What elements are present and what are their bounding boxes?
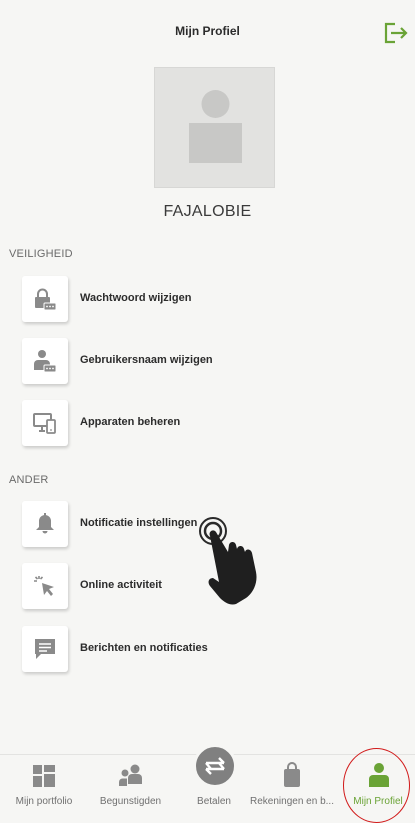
nav-accounts[interactable]: Rekeningen en b... — [243, 755, 341, 823]
lock-password-icon — [35, 288, 57, 311]
tap-gesture-overlay — [196, 514, 274, 606]
cursor-click-icon — [34, 576, 54, 596]
section-label-other: ANDER — [9, 474, 49, 486]
menu-item-change-password[interactable]: Wachtwoord wijzigen — [22, 276, 402, 322]
portfolio-icon — [33, 765, 55, 787]
section-label-security: VEILIGHEID — [9, 248, 73, 260]
menu-item-messages[interactable]: Berichten en notificaties — [22, 626, 402, 672]
transfer-icon — [205, 757, 225, 775]
user-avatar-placeholder-icon — [189, 90, 242, 163]
username: FAJALOBIE — [163, 203, 252, 220]
menu-item-manage-devices[interactable]: Apparaten beheren — [22, 400, 402, 446]
menu-item-change-username[interactable]: Gebruikersnaam wijzigen — [22, 338, 402, 384]
avatar[interactable] — [154, 67, 275, 188]
menu-item-label: Apparaten beheren — [80, 416, 181, 428]
menu-item-label: Online activiteit — [80, 579, 162, 591]
logout-icon — [384, 22, 408, 44]
menu-item-label: Notificatie instellingen — [80, 517, 198, 529]
nav-label: Betalen — [197, 796, 231, 807]
bell-icon — [36, 513, 54, 534]
bag-icon — [284, 762, 300, 787]
nav-label: Begunstigden — [99, 796, 162, 807]
menu-item-label: Wachtwoord wijzigen — [80, 292, 192, 304]
devices-icon — [33, 413, 56, 434]
page-title: Mijn Profiel — [175, 24, 240, 38]
hand-pointer-icon — [199, 517, 257, 605]
nav-my-portfolio[interactable]: Mijn portfolio — [0, 755, 88, 823]
pay-button-circle — [193, 744, 237, 788]
header: Mijn Profiel — [0, 0, 415, 60]
nav-label: Mijn portfolio — [15, 796, 73, 807]
menu-item-label: Berichten en notificaties — [80, 642, 208, 654]
nav-beneficiaries[interactable]: Begunstigden — [84, 755, 177, 823]
nav-label: Rekeningen en b... — [250, 796, 334, 807]
message-icon — [35, 639, 55, 659]
highlight-annotation-ring — [343, 748, 410, 823]
logout-button[interactable] — [383, 21, 409, 45]
user-password-icon — [34, 350, 57, 373]
menu-item-label: Gebruikersnaam wijzigen — [80, 354, 213, 366]
nav-pay[interactable]: Betalen — [188, 744, 240, 823]
beneficiaries-icon — [119, 764, 142, 786]
